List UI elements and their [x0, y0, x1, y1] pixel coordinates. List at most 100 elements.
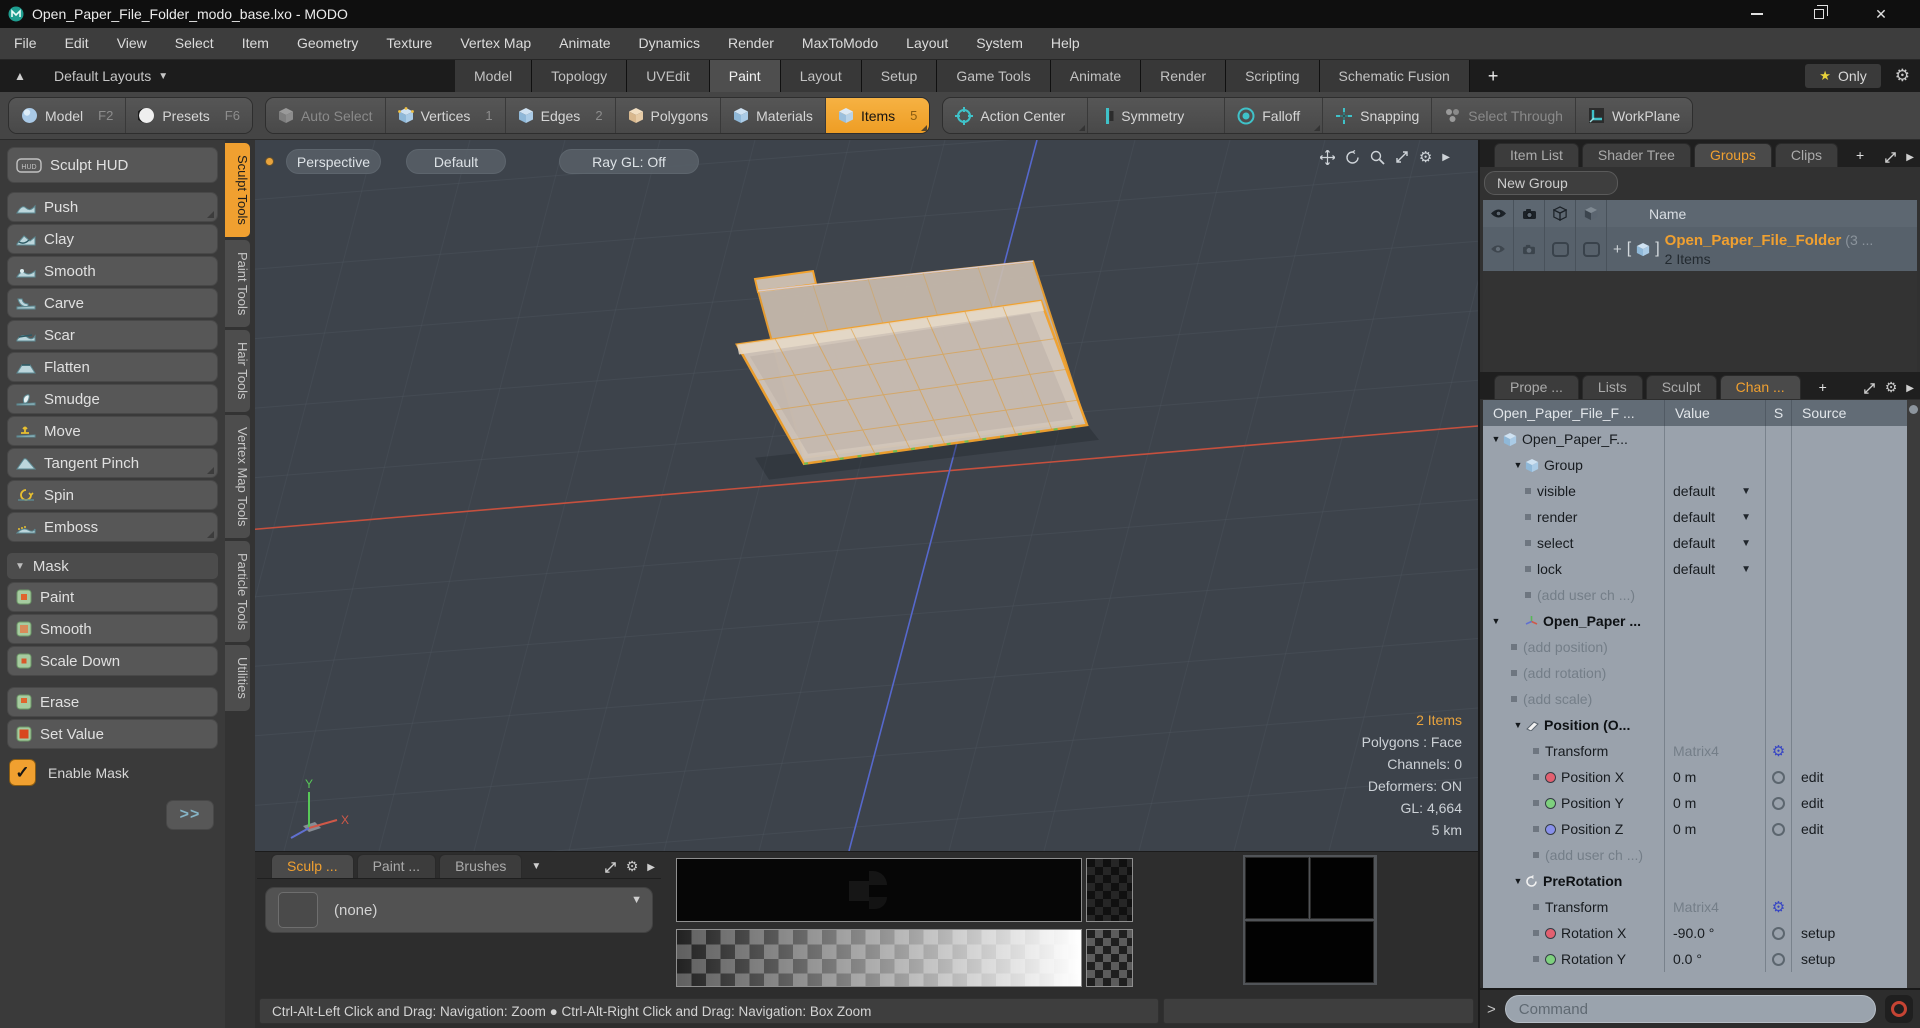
channel-row-group[interactable]: ▼ Group [1483, 452, 1907, 478]
edges-mode-button[interactable]: Edges 2 [505, 98, 616, 133]
gear-icon[interactable]: ⚙ [1772, 898, 1785, 916]
menu-system[interactable]: System [962, 28, 1037, 59]
gear-icon[interactable]: ⚙ [1772, 742, 1785, 760]
menu-edit[interactable]: Edit [51, 28, 103, 59]
menu-maxtomodo[interactable]: MaxToModo [788, 28, 892, 59]
menu-geometry[interactable]: Geometry [283, 28, 372, 59]
maximize-button[interactable] [1788, 0, 1850, 28]
vtab-sculpt-tools[interactable]: Sculpt Tools [225, 143, 250, 237]
mask-tool-smooth[interactable]: Smooth [7, 614, 218, 644]
add-tab-button[interactable]: + [1841, 144, 1879, 167]
mask-tool-set-value[interactable]: Set Value [7, 719, 218, 749]
maximize-icon[interactable] [1863, 382, 1876, 395]
viewport-gear-icon[interactable]: ⚙ [1419, 148, 1432, 166]
panel-arrow-icon[interactable]: ▶ [1906, 383, 1914, 394]
color-strip-black[interactable] [676, 858, 1082, 922]
vertices-mode-button[interactable]: Vertices 1 [385, 98, 506, 133]
tab-brushes[interactable]: Brushes [439, 854, 523, 878]
color-swatch[interactable] [1245, 857, 1309, 919]
shading-style-button[interactable]: Default [406, 149, 506, 174]
menu-texture[interactable]: Texture [372, 28, 446, 59]
channel-row-render[interactable]: render default ▼ [1483, 504, 1907, 530]
add-tab-button[interactable]: + [1804, 376, 1842, 399]
gear-icon[interactable]: ⚙ [1895, 66, 1910, 86]
panel-arrow-icon[interactable]: ▶ [1906, 152, 1914, 163]
layout-tab-scripting[interactable]: Scripting [1226, 60, 1320, 92]
channel-row-root[interactable]: ▼ Open_Paper_F... [1483, 426, 1907, 452]
menu-view[interactable]: View [103, 28, 161, 59]
channel-row-add-position[interactable]: (add position) [1483, 634, 1907, 660]
vtab-paint-tools[interactable]: Paint Tools [225, 239, 250, 328]
command-input[interactable]: Command [1504, 995, 1876, 1023]
channels-value-header[interactable]: Value [1665, 400, 1766, 426]
render-toggle[interactable] [1514, 227, 1545, 271]
tab-properties[interactable]: Prope ... [1494, 375, 1579, 399]
tab-paint[interactable]: Paint ... [356, 854, 437, 878]
layout-tab-topology[interactable]: Topology [532, 60, 628, 92]
close-button[interactable]: ✕ [1850, 0, 1912, 28]
collapse-toolbar-button[interactable]: ▲ [0, 60, 40, 92]
channels-name-header[interactable]: Open_Paper_File_F ... [1483, 400, 1665, 426]
maximize-icon[interactable] [1884, 151, 1897, 164]
layout-tab-layout[interactable]: Layout [780, 60, 862, 92]
zoom-icon[interactable] [1370, 150, 1385, 165]
raygl-button[interactable]: Ray GL: Off [559, 149, 699, 174]
add-layout-button[interactable]: + [1470, 60, 1517, 92]
gradient-strip[interactable] [676, 929, 1082, 987]
orbit-icon[interactable] [1345, 149, 1360, 165]
mask-tool-erase[interactable]: Erase [7, 687, 218, 717]
channel-row-lock[interactable]: lock default ▼ [1483, 556, 1907, 582]
chevron-down-icon[interactable]: ▼ [1741, 512, 1751, 523]
channel-row-transform[interactable]: Transform Matrix4 ⚙ [1483, 738, 1907, 764]
tab-clips[interactable]: Clips [1774, 143, 1839, 167]
menu-vertex-map[interactable]: Vertex Map [446, 28, 545, 59]
keyframe-circle-icon[interactable] [1772, 796, 1785, 810]
chevron-down-icon[interactable]: ▼ [1741, 538, 1751, 549]
alpha-checker-dark[interactable] [1086, 858, 1133, 922]
expand-plus-icon[interactable]: + [1613, 241, 1622, 258]
menu-layout[interactable]: Layout [892, 28, 962, 59]
channel-row-select[interactable]: select default ▼ [1483, 530, 1907, 556]
gear-icon[interactable]: ⚙ [626, 859, 639, 875]
layout-tab-uvedit[interactable]: UVEdit [627, 60, 710, 92]
view-type-button[interactable]: Perspective [286, 149, 381, 174]
menu-help[interactable]: Help [1037, 28, 1094, 59]
snapping-button[interactable]: Snapping [1323, 98, 1433, 133]
collapse-triangle-icon[interactable]: ▼ [1511, 876, 1525, 886]
channel-row-transform[interactable]: Transform Matrix4 ⚙ [1483, 894, 1907, 920]
maximize-icon[interactable] [1395, 150, 1409, 164]
vtab-particle-tools[interactable]: Particle Tools [225, 541, 250, 643]
viewport-3d[interactable]: Perspective Default Ray GL: Off ⚙ ▶ 2 It… [255, 140, 1478, 851]
channel-row-position-group[interactable]: ▼ Position (O... [1483, 712, 1907, 738]
tab-sculpt[interactable]: Sculpt [1645, 375, 1717, 399]
viewport-expand-arrow-icon[interactable]: ▶ [1442, 152, 1450, 163]
tool-emboss[interactable]: Emboss [7, 512, 218, 542]
items-mode-button[interactable]: Items 5 [825, 98, 930, 133]
tool-tangent-pinch[interactable]: Tangent Pinch [7, 448, 218, 478]
workplane-button[interactable]: WorkPlane [1575, 98, 1693, 133]
locator-toggle[interactable] [1576, 227, 1607, 271]
tool-push[interactable]: Push [7, 192, 218, 222]
tool-smooth[interactable]: Smooth [7, 256, 218, 286]
default-layouts-dropdown[interactable]: Default Layouts ▼ [40, 60, 220, 92]
collapse-triangle-icon[interactable]: ▼ [1511, 720, 1525, 730]
collapse-triangle-icon[interactable]: ▼ [1511, 460, 1525, 470]
channel-row-add-rotation[interactable]: (add rotation) [1483, 660, 1907, 686]
mask-tool-scale-down[interactable]: Scale Down [7, 646, 218, 676]
channel-row-locator[interactable]: ▼ Open_Paper ... [1483, 608, 1907, 634]
layout-tab-game-tools[interactable]: Game Tools [937, 60, 1051, 92]
channel-row-rotation-x[interactable]: Rotation X -90.0 ° setup [1483, 920, 1907, 946]
menu-render[interactable]: Render [714, 28, 788, 59]
action-center-button[interactable]: Action Center [943, 98, 1089, 133]
layout-tab-setup[interactable]: Setup [861, 60, 938, 92]
tab-lists[interactable]: Lists [1581, 375, 1643, 399]
model-mode-button[interactable]: Model F2 [9, 98, 127, 133]
tab-shader-tree[interactable]: Shader Tree [1581, 143, 1691, 167]
layout-tab-animate[interactable]: Animate [1050, 60, 1142, 92]
keyframe-circle-icon[interactable] [1772, 822, 1785, 836]
color-swatch[interactable] [1245, 921, 1374, 983]
menu-select[interactable]: Select [161, 28, 228, 59]
maximize-icon[interactable] [604, 861, 617, 874]
menu-file[interactable]: File [0, 28, 51, 59]
vtab-hair-tools[interactable]: Hair Tools [225, 330, 250, 412]
